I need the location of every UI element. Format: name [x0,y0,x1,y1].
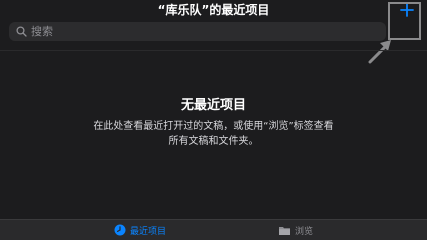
tab-browse[interactable]: 浏览 [278,222,313,238]
page-title: “库乐队”的最近项目 [157,3,270,17]
clock-icon [114,224,126,236]
header-divider [0,50,427,51]
tab-recent[interactable]: 最近项目 [114,222,166,238]
search-icon [15,26,27,38]
tab-bar: 最近项目 浏览 [0,219,427,240]
app-screen: “库乐队”的最近项目 无最近项目 在此处查看最近打开过的文稿，或使用“浏览”标签… [0,0,427,240]
tab-recent-label: 最近项目 [130,226,167,237]
empty-state-title: 无最近项目 [180,98,246,113]
add-button[interactable] [392,0,422,20]
plus-icon [400,3,414,17]
empty-state-description: 在此处查看最近打开过的文稿，或使用“浏览”标签查看所有文稿和文件夹。 [93,121,334,147]
search-bar[interactable] [9,22,386,41]
folder-icon [279,226,290,235]
navigation-header: “库乐队”的最近项目 [0,0,427,46]
search-input[interactable] [31,25,371,38]
tab-browse-label: 浏览 [295,226,314,237]
